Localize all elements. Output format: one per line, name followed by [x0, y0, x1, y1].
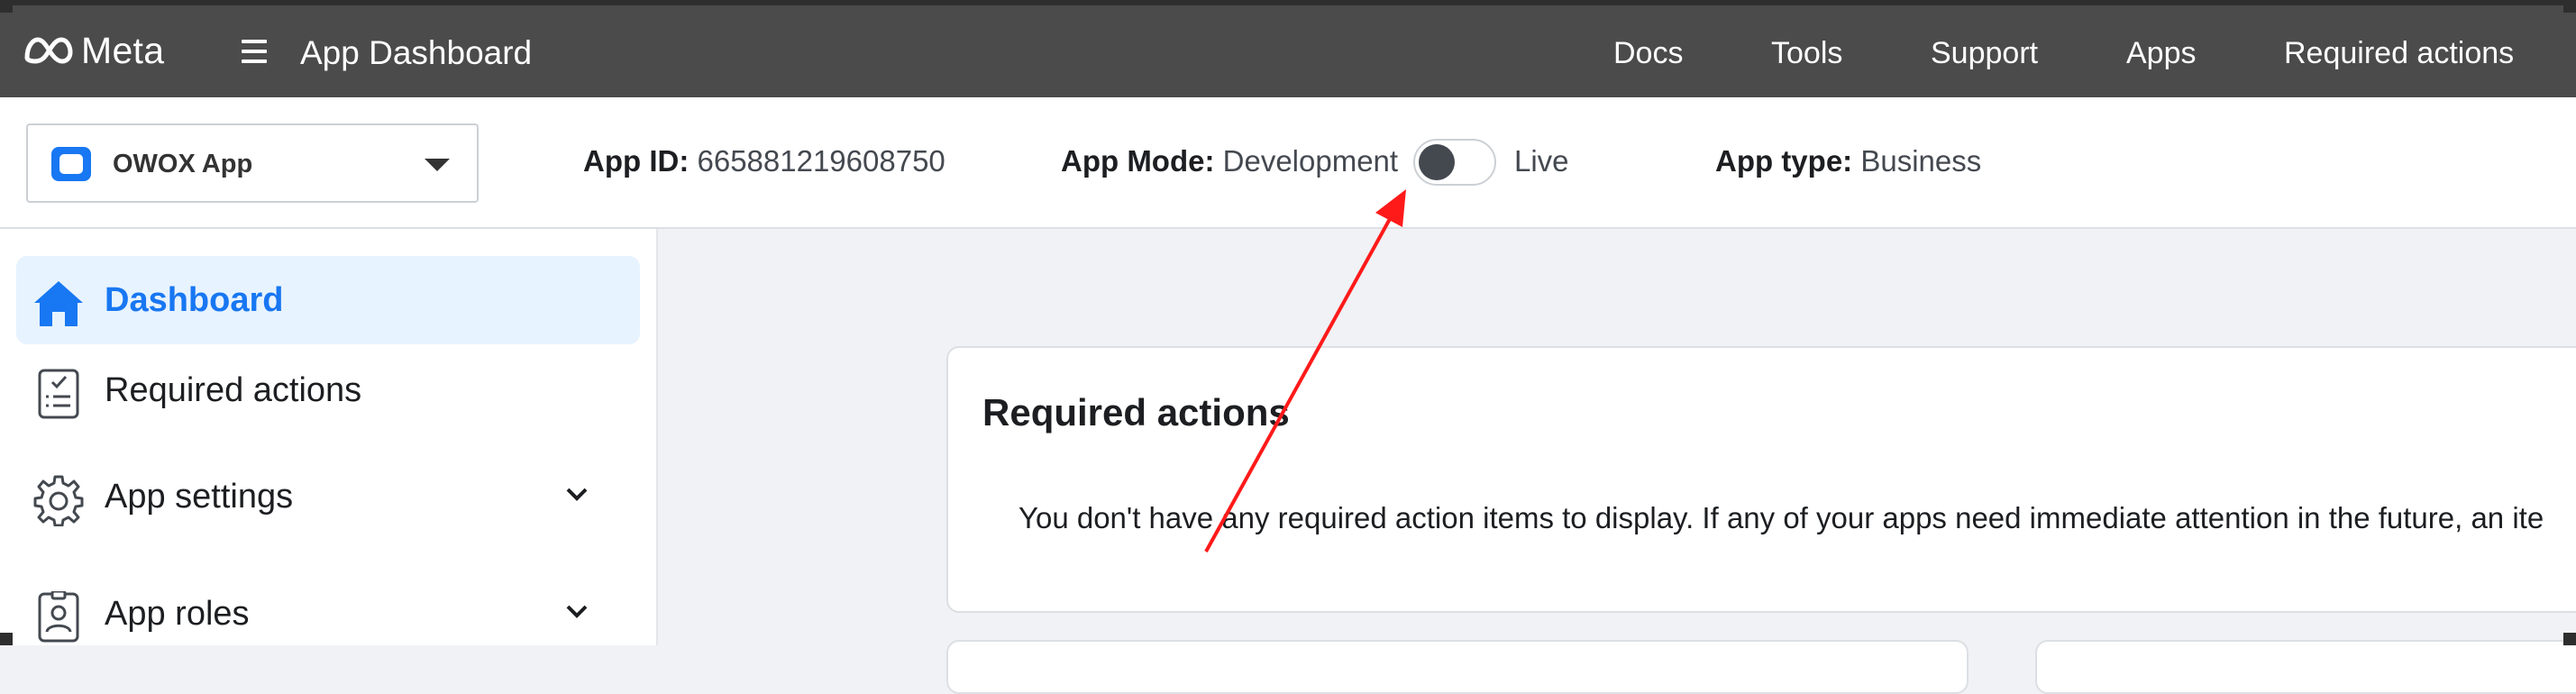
- app-id-label: App ID:: [583, 144, 690, 178]
- sidebar-item-app-settings[interactable]: App settings: [16, 452, 640, 541]
- app-mode-value: Development: [1222, 144, 1399, 178]
- toggle-knob: [1419, 144, 1455, 180]
- top-navigation-bar: Meta App Dashboard Docs Tools Support Ap…: [0, 0, 2576, 97]
- sidebar-item-label: Dashboard: [105, 281, 284, 319]
- sidebar-item-label: App settings: [105, 478, 294, 516]
- window-corner: [0, 633, 13, 645]
- content-card: [2035, 640, 2576, 694]
- required-actions-card: Required actions You don't have any requ…: [946, 346, 2576, 613]
- user-badge-icon: [32, 589, 85, 644]
- content-card: [946, 640, 1969, 694]
- app-selector-dropdown[interactable]: OWOX App: [26, 123, 479, 203]
- app-info-bar: OWOX App App ID: 665881219608750 App Mod…: [0, 97, 2576, 229]
- checklist-icon: [32, 368, 85, 420]
- sidebar-item-required-actions[interactable]: Required actions: [16, 346, 640, 434]
- home-icon: [32, 278, 85, 330]
- app-type-info: App type: Business: [1715, 144, 1981, 178]
- top-nav-links: Docs Tools Support Apps Required actions: [0, 36, 2576, 76]
- app-mode-toggle[interactable]: [1413, 139, 1496, 186]
- card-title: Required actions: [982, 391, 1290, 434]
- app-id-value: 665881219608750: [697, 144, 945, 178]
- nav-tools-link[interactable]: Tools: [1771, 36, 1842, 71]
- window-corner: [0, 0, 13, 13]
- sidebar-item-label: App roles: [105, 595, 250, 633]
- app-type-label: App type:: [1715, 144, 1853, 178]
- live-label: Live: [1514, 144, 1569, 178]
- nav-required-actions-link[interactable]: Required actions: [2284, 36, 2514, 71]
- caret-down-icon: [425, 159, 450, 171]
- empty-state-message: You don't have any required action items…: [1019, 501, 2544, 534]
- nav-apps-link[interactable]: Apps: [2126, 36, 2197, 71]
- sidebar: Dashboard Required actions App settings: [0, 229, 658, 645]
- app-id-info: App ID: 665881219608750: [583, 144, 945, 178]
- gear-icon: [32, 474, 85, 527]
- sidebar-item-dashboard[interactable]: Dashboard: [16, 256, 640, 344]
- nav-support-link[interactable]: Support: [1931, 36, 2038, 71]
- chevron-down-icon[interactable]: [564, 485, 589, 503]
- window-corner: [2563, 633, 2576, 645]
- chevron-down-icon[interactable]: [564, 602, 589, 620]
- app-name: OWOX App: [113, 150, 253, 178]
- app-mode-label: App Mode:: [1061, 144, 1215, 178]
- nav-docs-link[interactable]: Docs: [1613, 36, 1683, 71]
- sidebar-item-label: Required actions: [105, 371, 362, 409]
- sidebar-item-app-roles[interactable]: App roles: [16, 570, 640, 658]
- app-mode-info: App Mode: Development: [1061, 144, 1398, 178]
- app-icon: [51, 147, 91, 181]
- window-corner: [2563, 0, 2576, 13]
- app-type-value: Business: [1860, 144, 1982, 178]
